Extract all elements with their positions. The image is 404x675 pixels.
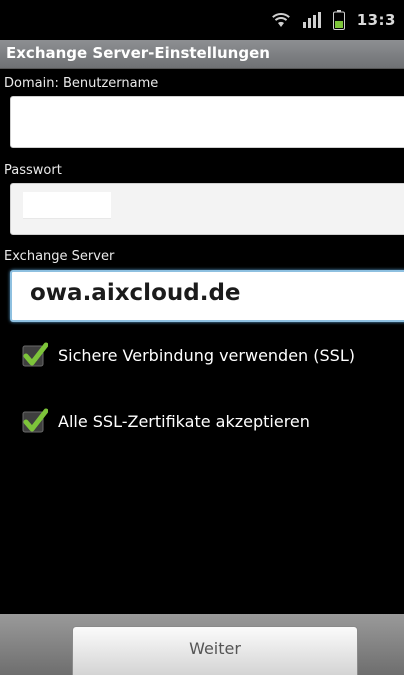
exchange-server-field[interactable]: owa.aixcloud.de [10, 270, 404, 322]
accept-certificates-checkbox-label: Alle SSL-Zertifikate akzeptieren [58, 411, 310, 431]
ssl-checkbox-row[interactable]: Sichere Verbindung verwenden (SSL) [22, 342, 355, 368]
page-title: Exchange Server-Einstellungen [6, 44, 270, 62]
ssl-checkbox-label: Sichere Verbindung verwenden (SSL) [58, 345, 355, 365]
next-button[interactable]: Weiter [72, 626, 358, 675]
next-button-label: Weiter [189, 639, 241, 658]
domain-username-field[interactable] [10, 96, 404, 148]
ssl-checkbox[interactable] [22, 342, 48, 368]
exchange-server-label: Exchange Server [4, 249, 115, 264]
status-clock: 13:3 [356, 11, 396, 29]
password-label: Passwort [4, 163, 62, 178]
domain-username-label: Domain: Benutzername [4, 76, 159, 91]
accept-certificates-checkbox-row[interactable]: Alle SSL-Zertifikate akzeptieren [22, 408, 310, 434]
status-icons: 13:3 [271, 10, 396, 30]
signal-icon [302, 12, 321, 28]
battery-icon [332, 10, 345, 30]
title-bar: Exchange Server-Einstellungen [0, 40, 404, 69]
bottom-action-bar: Weiter [0, 614, 404, 675]
accept-certificates-checkbox[interactable] [22, 408, 48, 434]
status-bar: 13:3 [0, 0, 404, 40]
password-value-mask [23, 192, 111, 219]
exchange-server-value: owa.aixcloud.de [30, 280, 241, 306]
wifi-icon [271, 12, 291, 28]
password-field[interactable] [10, 183, 404, 235]
